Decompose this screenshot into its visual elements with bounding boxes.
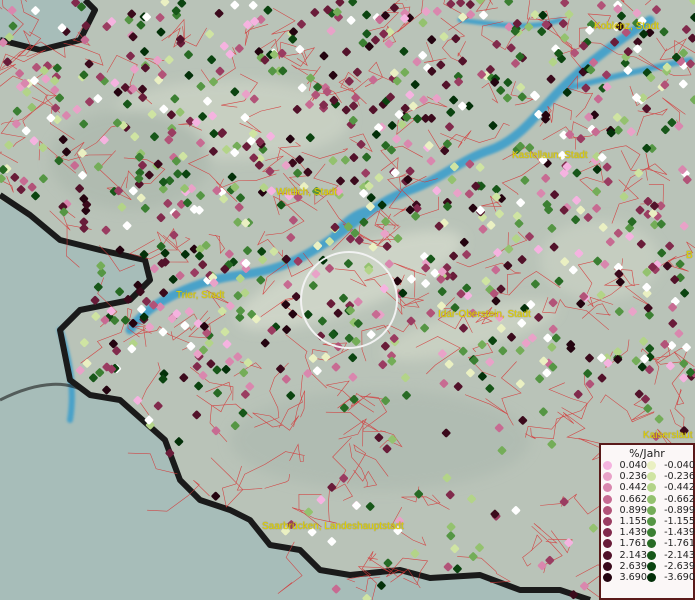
legend-value: 2.639 [619, 560, 647, 572]
legend-positive-row: 0.040 [603, 460, 647, 471]
map-canvas[interactable]: Koblenz, Stadt Kastellaun, Stadt Wittlic… [0, 0, 695, 600]
legend-value: -0.040 [664, 460, 695, 472]
city-label-koblenz: Koblenz, Stadt [594, 21, 660, 32]
legend-swatch [603, 539, 612, 549]
legend-negative-row: -2.639 [647, 561, 695, 572]
legend-swatch [603, 505, 612, 515]
legend-value: -1.439 [664, 527, 695, 539]
map-legend: %/Jahr 0.040 0.236 0.442 0.662 0.899 1.155 1.4… [599, 443, 695, 600]
legend-swatch [603, 483, 612, 493]
legend-positive-row: 0.899 [603, 505, 647, 516]
legend-value: -3.690 [664, 571, 695, 583]
legend-negative-row: -0.442 [647, 482, 695, 493]
city-label-idar-oberstein: Idar-Oberstein, Stadt [438, 309, 531, 320]
city-label-trier: Trier, Stadt [176, 290, 225, 301]
legend-value: -2.143 [664, 549, 695, 561]
legend-value: -0.662 [664, 493, 695, 505]
legend-negative-row: -3.690 [647, 572, 695, 583]
legend-positive-row: 2.143 [603, 550, 647, 561]
legend-value: 2.143 [619, 549, 647, 561]
legend-negative-row: -0.899 [647, 505, 695, 516]
legend-positive-row: 1.761 [603, 538, 647, 549]
legend-swatch [647, 483, 656, 493]
legend-swatch [603, 461, 612, 471]
legend-positive-row: 0.662 [603, 494, 647, 505]
legend-swatch [603, 561, 612, 571]
legend-swatch [647, 472, 656, 482]
legend-swatch [603, 517, 612, 527]
legend-swatch [647, 539, 656, 549]
city-label-kaiserslautern: Kaiserslaut [643, 430, 693, 441]
city-label-bingen: B [686, 250, 693, 261]
legend-value: 0.442 [619, 482, 647, 494]
legend-swatch [647, 561, 656, 571]
legend-negative-column: -0.040 -0.236 -0.442 -0.662 -0.899 -1.155 -1.4… [647, 460, 695, 583]
legend-value: -0.899 [664, 504, 695, 516]
legend-negative-row: -1.155 [647, 516, 695, 527]
legend-value: 1.439 [619, 527, 647, 539]
legend-negative-row: -0.040 [647, 460, 695, 471]
legend-swatch [647, 517, 656, 527]
legend-value: -0.236 [664, 471, 695, 483]
legend-value: 0.662 [619, 493, 647, 505]
legend-value: 0.040 [619, 460, 647, 472]
legend-swatch [603, 472, 612, 482]
legend-value: -1.155 [664, 516, 695, 528]
legend-value: -2.639 [664, 560, 695, 572]
legend-value: 1.761 [619, 538, 647, 550]
legend-negative-row: -0.662 [647, 494, 695, 505]
legend-swatch [647, 494, 656, 504]
legend-value: 0.236 [619, 471, 647, 483]
legend-swatch [647, 528, 656, 538]
legend-positive-row: 0.236 [603, 471, 647, 482]
legend-value: 0.899 [619, 504, 647, 516]
legend-positive-row: 1.155 [603, 516, 647, 527]
legend-swatch [647, 550, 656, 560]
legend-value: -0.442 [664, 482, 695, 494]
legend-positive-row: 0.442 [603, 482, 647, 493]
legend-value: 3.690 [619, 571, 647, 583]
legend-swatch [603, 494, 612, 504]
legend-positive-column: 0.040 0.236 0.442 0.662 0.899 1.155 1.439 1.761… [603, 460, 647, 583]
legend-swatch [603, 528, 612, 538]
city-label-wittlich: Wittlich, Stadt [276, 187, 338, 198]
legend-negative-row: -1.439 [647, 527, 695, 538]
legend-positive-row: 1.439 [603, 527, 647, 538]
city-label-kastellaun: Kastellaun, Stadt [512, 150, 588, 161]
legend-value: 1.155 [619, 516, 647, 528]
city-label-saarbruecken: Saarbrücken, Landeshauptstadt [262, 521, 404, 532]
legend-swatch [603, 550, 612, 560]
legend-negative-row: -0.236 [647, 471, 695, 482]
legend-negative-row: -2.143 [647, 550, 695, 561]
legend-value: -1.761 [664, 538, 695, 550]
legend-swatch [647, 505, 656, 515]
legend-positive-row: 2.639 [603, 561, 647, 572]
legend-title: %/Jahr [629, 447, 665, 460]
terrain-layer [0, 0, 695, 600]
legend-swatch [647, 572, 656, 582]
legend-negative-row: -1.761 [647, 538, 695, 549]
legend-swatch [647, 461, 656, 471]
legend-positive-row: 3.690 [603, 572, 647, 583]
legend-swatch [603, 572, 612, 582]
